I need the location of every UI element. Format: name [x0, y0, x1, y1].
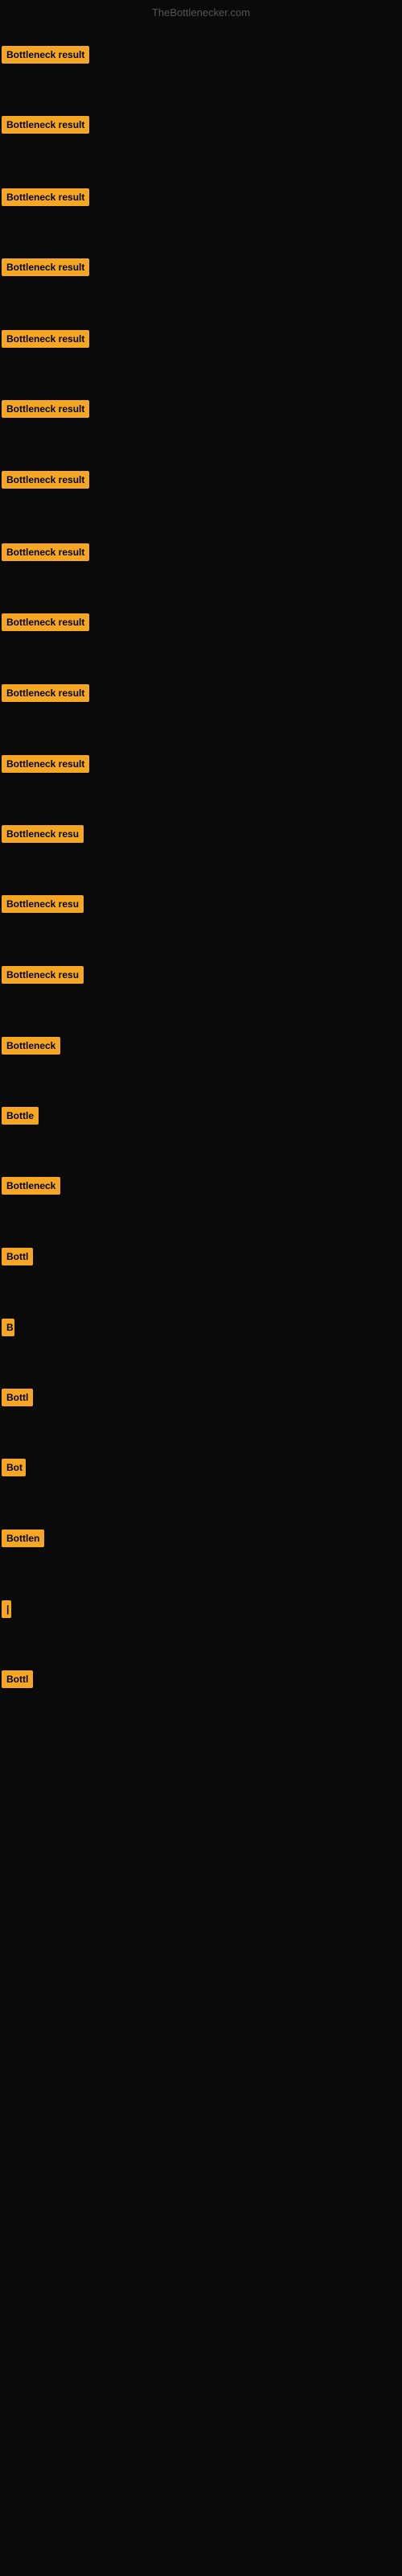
bottleneck-result-badge: Bottleneck result	[2, 400, 89, 418]
bottleneck-badge-row: Bottleneck result	[2, 330, 89, 352]
bottleneck-badge-row: B	[2, 1319, 14, 1340]
bottleneck-badge-row: Bot	[2, 1459, 26, 1480]
bottleneck-result-badge: B	[2, 1319, 14, 1336]
bottleneck-badge-row: Bottleneck result	[2, 188, 89, 210]
bottleneck-badge-row: |	[2, 1600, 11, 1622]
bottleneck-result-badge: |	[2, 1600, 11, 1618]
bottleneck-result-badge: Bottle	[2, 1107, 39, 1125]
bottleneck-badge-row: Bottleneck result	[2, 400, 89, 422]
bottleneck-badge-row: Bottleneck resu	[2, 966, 84, 988]
bottleneck-result-badge: Bottleneck resu	[2, 966, 84, 984]
bottleneck-badge-row: Bottleneck	[2, 1177, 60, 1199]
bottleneck-result-badge: Bottleneck result	[2, 684, 89, 702]
bottleneck-badge-row: Bottl	[2, 1670, 33, 1692]
bottleneck-badge-row: Bottlen	[2, 1530, 44, 1551]
bottleneck-result-badge: Bottleneck resu	[2, 825, 84, 843]
bottleneck-result-badge: Bottleneck result	[2, 188, 89, 206]
bottleneck-badge-row: Bottleneck result	[2, 116, 89, 138]
bottleneck-result-badge: Bottleneck	[2, 1177, 60, 1195]
bottleneck-badge-row: Bottl	[2, 1248, 33, 1269]
bottleneck-result-badge: Bottl	[2, 1670, 33, 1688]
site-title: TheBottlenecker.com	[152, 6, 250, 19]
bottleneck-result-badge: Bottleneck result	[2, 330, 89, 348]
bottleneck-result-badge: Bottleneck result	[2, 46, 89, 64]
bottleneck-badge-row: Bottleneck result	[2, 613, 89, 635]
bottleneck-badge-row: Bottleneck result	[2, 543, 89, 565]
bottleneck-badge-row: Bottleneck result	[2, 46, 89, 68]
bottleneck-badge-row: Bottleneck resu	[2, 825, 84, 847]
bottleneck-badge-row: Bottleneck result	[2, 684, 89, 706]
bottleneck-result-badge: Bottl	[2, 1248, 33, 1265]
bottleneck-result-badge: Bottleneck result	[2, 755, 89, 773]
bottleneck-badge-row: Bottleneck result	[2, 755, 89, 777]
bottleneck-result-badge: Bottl	[2, 1389, 33, 1406]
bottleneck-result-badge: Bottleneck result	[2, 471, 89, 489]
bottleneck-badge-row: Bottleneck result	[2, 471, 89, 493]
bottleneck-badge-row: Bottleneck	[2, 1037, 60, 1059]
bottleneck-result-badge: Bottleneck result	[2, 258, 89, 276]
bottleneck-badge-row: Bottl	[2, 1389, 33, 1410]
bottleneck-result-badge: Bottleneck resu	[2, 895, 84, 913]
bottleneck-result-badge: Bottlen	[2, 1530, 44, 1547]
bottleneck-result-badge: Bot	[2, 1459, 26, 1476]
bottleneck-badge-row: Bottle	[2, 1107, 39, 1129]
bottleneck-result-badge: Bottleneck	[2, 1037, 60, 1055]
bottleneck-badge-row: Bottleneck resu	[2, 895, 84, 917]
bottleneck-result-badge: Bottleneck result	[2, 116, 89, 134]
bottleneck-result-badge: Bottleneck result	[2, 613, 89, 631]
bottleneck-badge-row: Bottleneck result	[2, 258, 89, 280]
bottleneck-result-badge: Bottleneck result	[2, 543, 89, 561]
